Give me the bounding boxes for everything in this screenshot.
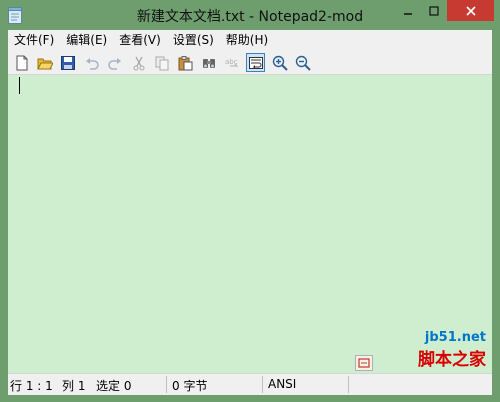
input-method-icon[interactable] [355,355,373,371]
save-icon [60,55,75,70]
menu-settings[interactable]: 设置(S) [167,30,220,50]
copy-button[interactable] [152,53,171,72]
open-button[interactable] [35,53,54,72]
status-bar: 行 1 : 1 列 1 选定 0 0 字节 ANSI [8,373,492,395]
close-icon [465,5,476,16]
text-editor-area[interactable]: jb51.net 脚本之家 [8,75,492,373]
watermark: jb51.net 脚本之家 [418,330,486,370]
menu-view[interactable]: 查看(V) [113,30,167,50]
menu-help[interactable]: 帮助(H) [220,30,274,50]
cut-button[interactable] [129,53,148,72]
text-caret [19,77,20,94]
find-icon [202,58,215,68]
maximize-icon [429,5,439,16]
zoom-out-button[interactable] [293,53,312,72]
undo-button[interactable] [82,53,101,72]
status-divider [262,376,263,393]
new-file-icon [16,55,27,70]
menu-file[interactable]: 文件(F) [8,30,60,50]
title-bar[interactable]: 新建文本文档.txt - Notepad2-mod [0,0,500,30]
minimize-icon [403,12,412,15]
redo-icon [107,57,121,70]
status-selection: 选定 0 [96,379,132,393]
toolbar: abc [8,50,492,75]
status-size: 0 字节 [172,379,208,393]
watermark-site: jb51.net [424,330,486,345]
zoom-in-button[interactable] [270,53,289,72]
word-wrap-button[interactable] [246,53,265,72]
redo-button[interactable] [105,53,124,72]
open-folder-icon [36,58,53,69]
undo-icon [85,57,99,70]
new-file-button[interactable] [12,53,31,72]
zoom-out-icon [295,55,311,71]
save-button[interactable] [58,53,77,72]
replace-button[interactable]: abc [222,53,241,72]
paste-icon [178,55,192,70]
status-encoding[interactable]: ANSI [268,377,296,391]
paste-button[interactable] [175,53,194,72]
status-divider [348,376,349,393]
word-wrap-icon [248,56,263,69]
watermark-name: 脚本之家 [418,350,486,370]
status-position: 行 1 : 1 [10,379,53,393]
replace-icon: abc [225,58,238,66]
minimize-button[interactable] [394,0,421,21]
close-button[interactable] [447,0,494,21]
maximize-button[interactable] [421,0,447,21]
menu-bar: 文件(F) 编辑(E) 查看(V) 设置(S) 帮助(H) [8,30,492,50]
zoom-in-icon [272,55,288,71]
notepad2-window: 新建文本文档.txt - Notepad2-mod 文件(F) 编辑(E) 查看… [0,0,500,402]
find-button[interactable] [199,53,218,72]
menu-edit[interactable]: 编辑(E) [60,30,113,50]
copy-icon [155,56,168,70]
cut-icon [133,56,144,70]
status-divider [166,376,167,393]
status-column: 列 1 [62,379,86,393]
